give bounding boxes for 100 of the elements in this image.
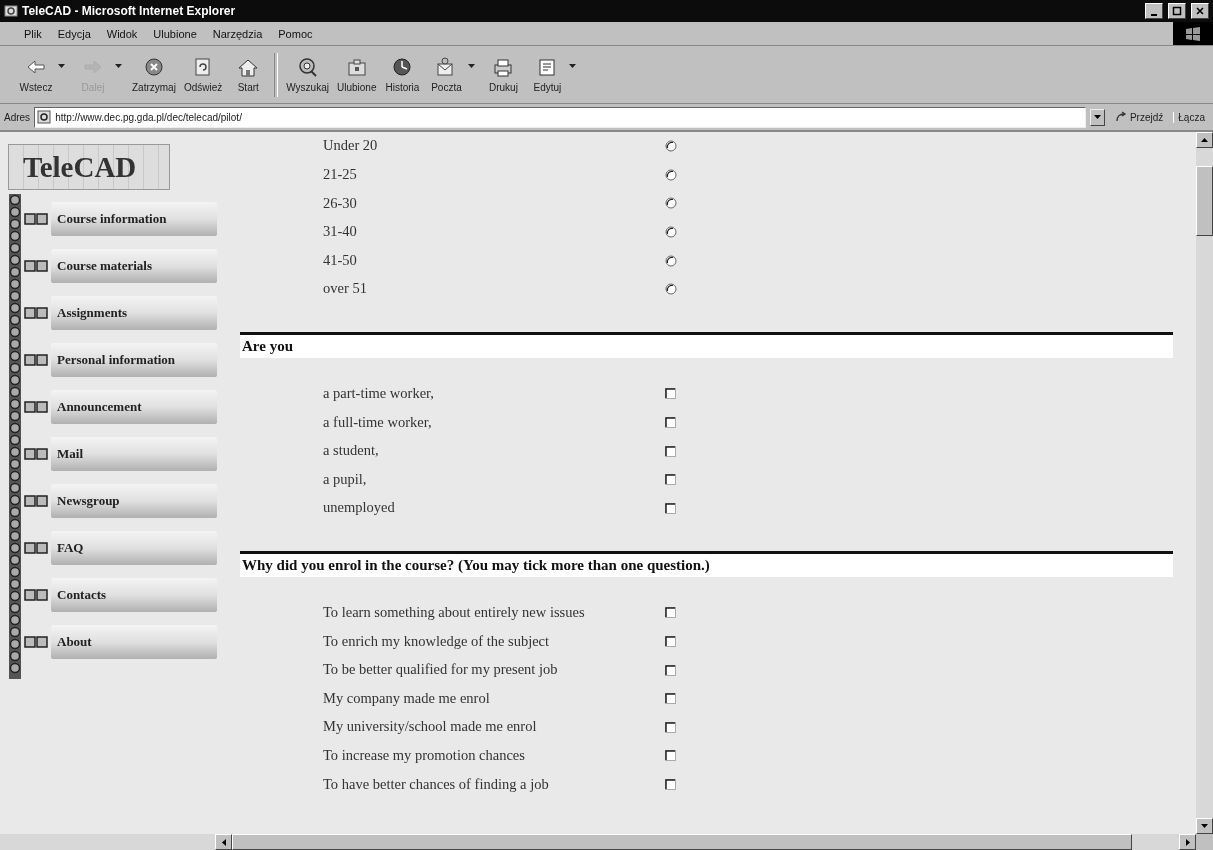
minimize-icon xyxy=(1151,13,1157,16)
squares-icon xyxy=(24,542,48,554)
checkbox[interactable] xyxy=(665,502,676,514)
radio-button[interactable] xyxy=(665,283,677,296)
option-label: a student, xyxy=(323,441,380,461)
checkbox[interactable] xyxy=(665,635,676,647)
radio-button[interactable] xyxy=(665,226,677,239)
checkbox[interactable] xyxy=(665,416,676,428)
stop-toolbar-button[interactable]: Zatrzymaj xyxy=(128,54,180,95)
close-button[interactable] xyxy=(1191,3,1209,19)
up-arrow-icon[interactable] xyxy=(1201,138,1208,142)
browser-icon xyxy=(4,4,18,18)
option-label: 41-50 xyxy=(323,250,358,270)
checkbox[interactable] xyxy=(665,388,676,400)
squares-icon xyxy=(24,589,48,601)
checkbox[interactable] xyxy=(665,778,676,790)
option-label: 26-30 xyxy=(323,193,358,213)
nav-button[interactable]: Newsgroup xyxy=(51,484,217,518)
dropdown-button[interactable] xyxy=(1089,108,1105,126)
section-heading: Are you xyxy=(240,331,1173,358)
nav-button[interactable]: Course materials xyxy=(51,249,217,283)
page-icon xyxy=(37,110,52,124)
mail-toolbar-button[interactable]: Poczta xyxy=(424,54,469,95)
edit-toolbar-button[interactable]: Edytuj xyxy=(525,54,570,95)
checkbox[interactable] xyxy=(665,693,676,705)
menu-item[interactable]: Widok xyxy=(100,25,144,42)
window-title: TeleCAD - Microsoft Internet Explorer xyxy=(22,4,237,18)
option-label: Under 20 xyxy=(323,136,379,156)
nav-button[interactable]: Assignments xyxy=(51,296,217,330)
go-arrow-icon xyxy=(1114,111,1127,123)
squares-icon xyxy=(24,401,48,413)
radio-button[interactable] xyxy=(665,254,677,267)
option-label: unemployed xyxy=(323,498,396,518)
maximize-icon xyxy=(1172,6,1182,16)
nav-button[interactable]: Contacts xyxy=(51,578,217,612)
caret-icon xyxy=(1093,115,1101,119)
squares-icon xyxy=(24,260,48,272)
go-button[interactable]: Przejdź xyxy=(1108,111,1170,123)
option-label: 31-40 xyxy=(323,222,358,242)
option-label: To learn something about entirely new issues xyxy=(323,602,586,622)
checkbox[interactable] xyxy=(665,750,676,762)
checkbox[interactable] xyxy=(665,445,676,457)
vertical-scrollbar[interactable] xyxy=(1196,132,1213,834)
squares-icon xyxy=(24,307,48,319)
checkbox[interactable] xyxy=(665,474,676,486)
nav-button[interactable]: Course information xyxy=(51,202,217,236)
nav-button[interactable]: Personal information xyxy=(51,343,217,377)
links-button[interactable]: Łącza xyxy=(1173,111,1209,123)
squares-icon xyxy=(24,354,48,366)
option-label: My company made me enrol xyxy=(323,688,491,708)
option-label: To have better chances of finding a job xyxy=(323,774,550,794)
right-arrow-icon[interactable] xyxy=(1185,838,1190,846)
menu-item[interactable]: Plik xyxy=(18,25,48,42)
nav-button[interactable]: Mail xyxy=(51,437,217,471)
address-label: Adres xyxy=(4,111,31,123)
option-label: over 51 xyxy=(323,279,368,299)
refresh-toolbar-button[interactable]: Odśwież xyxy=(179,54,227,95)
print-toolbar-button[interactable]: Drukuj xyxy=(481,54,526,95)
scrollbar-thumb[interactable] xyxy=(1196,166,1213,236)
squares-icon xyxy=(24,213,48,225)
caret-icon[interactable] xyxy=(58,63,65,68)
minimize-button[interactable] xyxy=(1145,3,1163,19)
radio-button[interactable] xyxy=(665,140,677,153)
address-field[interactable]: http://www.dec.pg.gda.pl/dec/telecad/pilot/ xyxy=(34,106,1086,128)
search-toolbar-button[interactable]: Wyszukaj xyxy=(282,54,333,95)
caret-icon[interactable] xyxy=(569,63,577,68)
squares-icon xyxy=(24,448,48,460)
menu-item[interactable]: Edycja xyxy=(51,25,97,42)
maximize-button[interactable] xyxy=(1168,3,1186,19)
down-arrow-icon[interactable] xyxy=(1201,824,1208,828)
radio-button[interactable] xyxy=(665,168,677,181)
option-label: To increase my promotion chances xyxy=(323,745,526,765)
checkbox[interactable] xyxy=(665,607,676,619)
nav-button[interactable]: Announcement xyxy=(51,390,217,424)
menu-item[interactable]: Narzędzia xyxy=(206,25,269,42)
history-toolbar-button[interactable]: Historia xyxy=(380,54,425,95)
logo[interactable]: TeleCAD xyxy=(8,144,170,190)
menu-item[interactable]: Pomoc xyxy=(272,25,319,42)
option-label: a pupil, xyxy=(323,469,368,489)
favorites-toolbar-button[interactable]: Ulubione xyxy=(332,54,381,95)
caret-icon[interactable] xyxy=(468,63,476,68)
checkbox[interactable] xyxy=(665,721,676,733)
nav-button[interactable]: About xyxy=(51,625,217,659)
section-heading: Why did you enrol in the course? (You may tick more than one question.) xyxy=(240,550,1173,577)
squares-icon xyxy=(24,636,48,648)
scrollbar-thumb[interactable] xyxy=(232,834,1132,850)
close-icon xyxy=(1195,6,1205,16)
back-toolbar-button[interactable]: Wstecz xyxy=(14,54,58,95)
nav-button[interactable]: FAQ xyxy=(51,531,217,565)
checkbox[interactable] xyxy=(665,664,676,676)
horizontal-scrollbar[interactable] xyxy=(0,834,1196,850)
home-toolbar-button[interactable]: Start xyxy=(226,54,271,95)
menu-item[interactable]: Ulubione xyxy=(147,25,203,42)
radio-button[interactable] xyxy=(665,197,677,210)
option-label: To be better qualified for my present job xyxy=(323,660,559,680)
squares-icon xyxy=(24,495,48,507)
left-arrow-icon[interactable] xyxy=(221,838,226,846)
option-label: My university/school made me enrol xyxy=(323,717,538,737)
option-label: 21-25 xyxy=(323,165,358,184)
option-label: To enrich my knowledge of the subject xyxy=(323,631,551,651)
